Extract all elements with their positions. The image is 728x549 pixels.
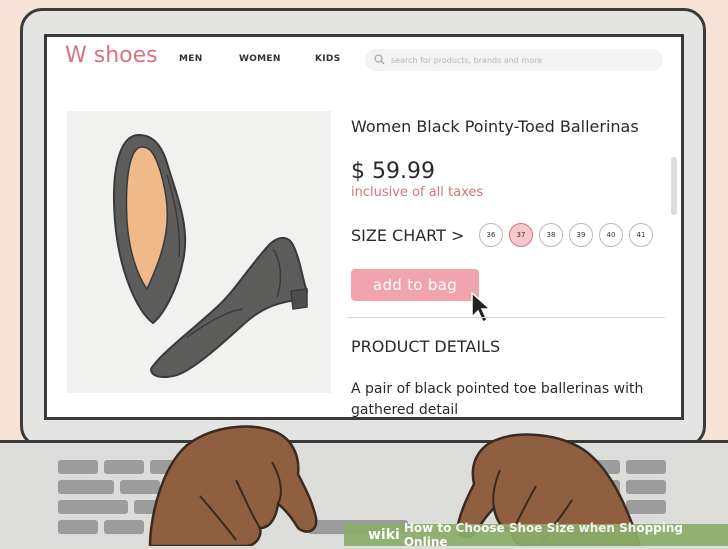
- size-option-41[interactable]: 41: [629, 223, 653, 247]
- size-option-38[interactable]: 38: [539, 223, 563, 247]
- ballerina-shoes-illustration: [113, 133, 309, 378]
- nav-kids[interactable]: KIDS: [315, 54, 340, 64]
- product-price: $ 59.99: [351, 159, 435, 184]
- add-to-bag-button[interactable]: add to bag: [351, 269, 479, 301]
- search-input[interactable]: [389, 55, 643, 65]
- browser-screen: W shoes MEN WOMEN KIDS Women Black Point…: [44, 34, 684, 420]
- size-option-36[interactable]: 36: [479, 223, 503, 247]
- product-title: Women Black Pointy-Toed Ballerinas: [351, 117, 639, 136]
- nav-women[interactable]: WOMEN: [239, 54, 281, 64]
- search-icon[interactable]: [371, 51, 389, 69]
- size-chart-link[interactable]: SIZE CHART >: [351, 226, 464, 245]
- caption-banner: wiki How to Choose Shoe Size when Shoppi…: [344, 521, 728, 549]
- size-selector: 36 37 38 39 40 41: [479, 223, 653, 247]
- site-logo[interactable]: W shoes: [65, 43, 158, 68]
- caption-brand: wiki: [368, 527, 400, 543]
- product-details-heading: PRODUCT DETAILS: [351, 337, 501, 356]
- search-bar[interactable]: [365, 49, 663, 71]
- caption-text: How to Choose Shoe Size when Shopping On…: [403, 521, 683, 549]
- section-divider: [347, 317, 665, 318]
- mouse-pointer-icon: [471, 291, 492, 324]
- nav-men[interactable]: MEN: [179, 54, 203, 64]
- size-option-39[interactable]: 39: [569, 223, 593, 247]
- product-image: [67, 111, 331, 393]
- tax-note: inclusive of all taxes: [351, 185, 484, 200]
- size-option-37[interactable]: 37: [509, 223, 533, 247]
- size-option-40[interactable]: 40: [599, 223, 623, 247]
- scrollbar[interactable]: [671, 157, 677, 215]
